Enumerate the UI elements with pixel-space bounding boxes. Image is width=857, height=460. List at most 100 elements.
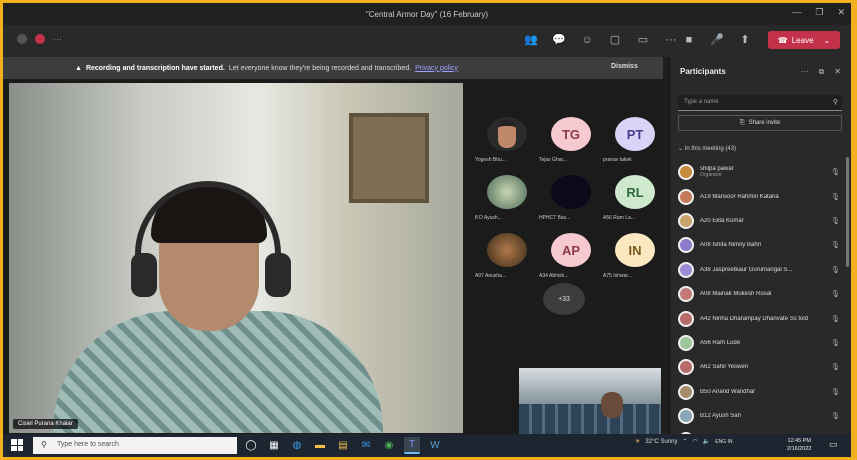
participant-tile[interactable]: Yogesh Bhu... xyxy=(473,109,537,165)
headset-right-cup xyxy=(265,253,291,297)
folder-icon[interactable]: ▤ xyxy=(335,437,351,454)
rooms-icon[interactable]: ▢ xyxy=(607,33,623,47)
leave-button[interactable]: ☎ Leave ⌄ xyxy=(768,31,840,49)
people-icon[interactable]: 👥 xyxy=(523,33,539,47)
participant-tile[interactable]: TG Tejas Ghar... xyxy=(537,109,601,165)
participant-list-item[interactable]: A38 Jaspreetkaur Gurumangal S... 🎙 xyxy=(678,258,844,282)
taskbar-search-placeholder: Type here to search xyxy=(57,441,119,448)
tile-name: 8 D Ayush... xyxy=(475,215,502,221)
participant-name: B50 Anand Wandhar xyxy=(700,388,756,395)
mic-muted-icon: 🎙 xyxy=(831,193,840,201)
task-view-icon[interactable]: ◯ xyxy=(243,437,259,454)
avatar xyxy=(487,117,527,151)
self-view-person xyxy=(601,392,623,418)
tile-name: A07 Anusha... xyxy=(475,273,507,279)
participant-tile[interactable]: 8 D Ayush... xyxy=(473,167,537,223)
participant-list-item[interactable]: A19 Mansoor Rahmin Kataria 🎙 xyxy=(678,184,844,208)
file-explorer-icon[interactable]: ▬ xyxy=(312,437,328,454)
avatar: TG xyxy=(551,117,591,151)
widgets-icon[interactable]: ▦ xyxy=(266,437,282,454)
maximize-icon[interactable]: ❐ xyxy=(815,7,823,18)
participant-info: A08 Mainak Mukesh Rusal xyxy=(700,291,832,297)
share-icon[interactable]: ⬆ xyxy=(737,33,753,47)
toolbar-left: ··· xyxy=(17,34,62,44)
notification-icon[interactable]: ▭ xyxy=(829,439,838,450)
edge-icon[interactable]: ◍ xyxy=(289,437,305,454)
participant-list-item[interactable]: A62 Sahil Yeswen 🎙 xyxy=(678,355,844,379)
chevron-down-icon[interactable]: ⌄ xyxy=(824,36,831,45)
participant-tile[interactable]: IN A75 Ishwar... xyxy=(601,225,665,281)
participant-list-item[interactable]: A42 Ninha Dharampay Dhanvate Ss told 🎙 xyxy=(678,306,844,330)
close-icon[interactable]: ✕ xyxy=(837,7,845,18)
participant-tile[interactable]: PT pranav takek xyxy=(601,109,665,165)
avatar xyxy=(678,408,694,425)
avatar: PT xyxy=(615,117,655,151)
more-icon[interactable]: ··· xyxy=(663,33,679,47)
participant-list-item[interactable]: A56 Ram Lude 🎙 xyxy=(678,331,844,355)
tile-name: A56 Ram La... xyxy=(603,215,635,221)
participant-search-input[interactable]: Type a name ⚲ xyxy=(678,95,842,111)
participant-info: B50 Anand Wandhar xyxy=(700,389,832,395)
self-view-video[interactable] xyxy=(519,368,661,434)
clock-time: 12:45 PM xyxy=(787,438,811,444)
taskbar-apps: ◯ ▦ ◍ ▬ ▤ ✉ ◉ T W xyxy=(243,437,443,454)
close-icon[interactable]: ✕ xyxy=(834,67,841,77)
participant-tile[interactable]: RL A56 Ram La... xyxy=(601,167,665,223)
phone-icon: ☎ xyxy=(777,35,788,45)
minimize-icon[interactable]: — xyxy=(792,7,801,18)
participant-list-item[interactable]: B50 Anand Wandhar 🎙 xyxy=(678,380,844,404)
avatar xyxy=(487,175,527,209)
status-icon xyxy=(17,34,27,44)
participant-list-item[interactable]: shilpa pawar Organizer 🎙 xyxy=(678,160,844,184)
participant-list-item[interactable]: A08 Mainak Mukesh Rusal 🎙 xyxy=(678,282,844,306)
network-icon[interactable]: ◠ xyxy=(693,438,698,445)
participant-list-item[interactable]: A20 Ekta Kumar 🎙 xyxy=(678,209,844,233)
word-icon[interactable]: W xyxy=(427,437,443,454)
teams-icon[interactable]: T xyxy=(404,437,420,454)
participants-panel: Participants ··· ⧉ ✕ Type a name ⚲ ⎘ Sha… xyxy=(669,57,851,449)
clock[interactable]: 12:45 PM 2/16/2022 xyxy=(787,437,811,453)
participant-info: A62 Sahil Yeswen xyxy=(700,364,832,370)
participant-list-item[interactable]: B12 Ayush Sah 🎙 xyxy=(678,404,844,428)
participant-name: A20 Ekta Kumar xyxy=(700,217,744,224)
recording-icon xyxy=(35,34,45,44)
participant-list-item[interactable]: A08 Ishita Nimoy Bahri 🎙 xyxy=(678,233,844,257)
taskbar-search-input[interactable]: ⚲ Type here to search xyxy=(33,437,237,454)
chevron-up-icon[interactable]: ⌃ xyxy=(682,438,687,445)
mic-icon[interactable]: 🎤 xyxy=(709,33,725,47)
participant-tile[interactable]: A07 Anusha... xyxy=(473,225,537,281)
window-title: "Central Armor Day" (16 February) xyxy=(365,9,489,19)
weather-text[interactable]: 32°C Sunny xyxy=(645,439,677,445)
more-icon[interactable]: ··· xyxy=(801,67,809,77)
avatar xyxy=(678,212,694,229)
volume-icon[interactable]: 🔈 xyxy=(703,438,710,445)
panel-scrollbar[interactable] xyxy=(846,157,849,267)
participant-tile[interactable]: AP A34 Abhish... xyxy=(537,225,601,281)
share-invite-label: Share invite xyxy=(748,120,781,126)
lang-indicator[interactable]: ENG IN xyxy=(715,439,732,445)
section-header[interactable]: ⌄ In this meeting (43) xyxy=(678,145,736,152)
more-participants-button[interactable]: +33 xyxy=(543,283,585,315)
popout-icon[interactable]: ⧉ xyxy=(819,67,825,77)
tile-name: pranav takek xyxy=(603,157,632,163)
participant-name: A08 Mainak Mukesh Rusal xyxy=(700,291,772,298)
privacy-link[interactable]: Privacy policy xyxy=(415,65,458,72)
participant-name: A19 Mansoor Rahmin Kataria xyxy=(700,193,779,200)
share-invite-button[interactable]: ⎘ Share invite xyxy=(678,115,842,131)
apps-icon[interactable]: ▭ xyxy=(635,33,651,47)
chat-icon[interactable]: 💬 xyxy=(551,33,567,47)
participant-info: A20 Ekta Kumar xyxy=(700,218,832,224)
avatar xyxy=(487,233,527,267)
participant-info: A08 Ishita Nimoy Bahri xyxy=(700,242,832,248)
chrome-icon[interactable]: ◉ xyxy=(381,437,397,454)
dismiss-button[interactable]: Dismiss xyxy=(611,63,638,70)
main-video[interactable]: Cisiel Purana Khaiar xyxy=(9,83,463,433)
video-stage: Cisiel Purana Khaiar Yogesh Bhu... TG Te… xyxy=(3,79,663,434)
mail-icon[interactable]: ✉ xyxy=(358,437,374,454)
participant-name: A08 Ishita Nimoy Bahri xyxy=(700,242,762,249)
camera-icon[interactable]: ■ xyxy=(681,33,697,47)
participant-info: A42 Ninha Dharampay Dhanvate Ss told xyxy=(700,316,832,322)
reactions-icon[interactable]: ☺ xyxy=(579,33,595,47)
windows-start-icon[interactable] xyxy=(11,439,23,451)
participant-tile[interactable]: HPHCT Bas... xyxy=(537,167,601,223)
